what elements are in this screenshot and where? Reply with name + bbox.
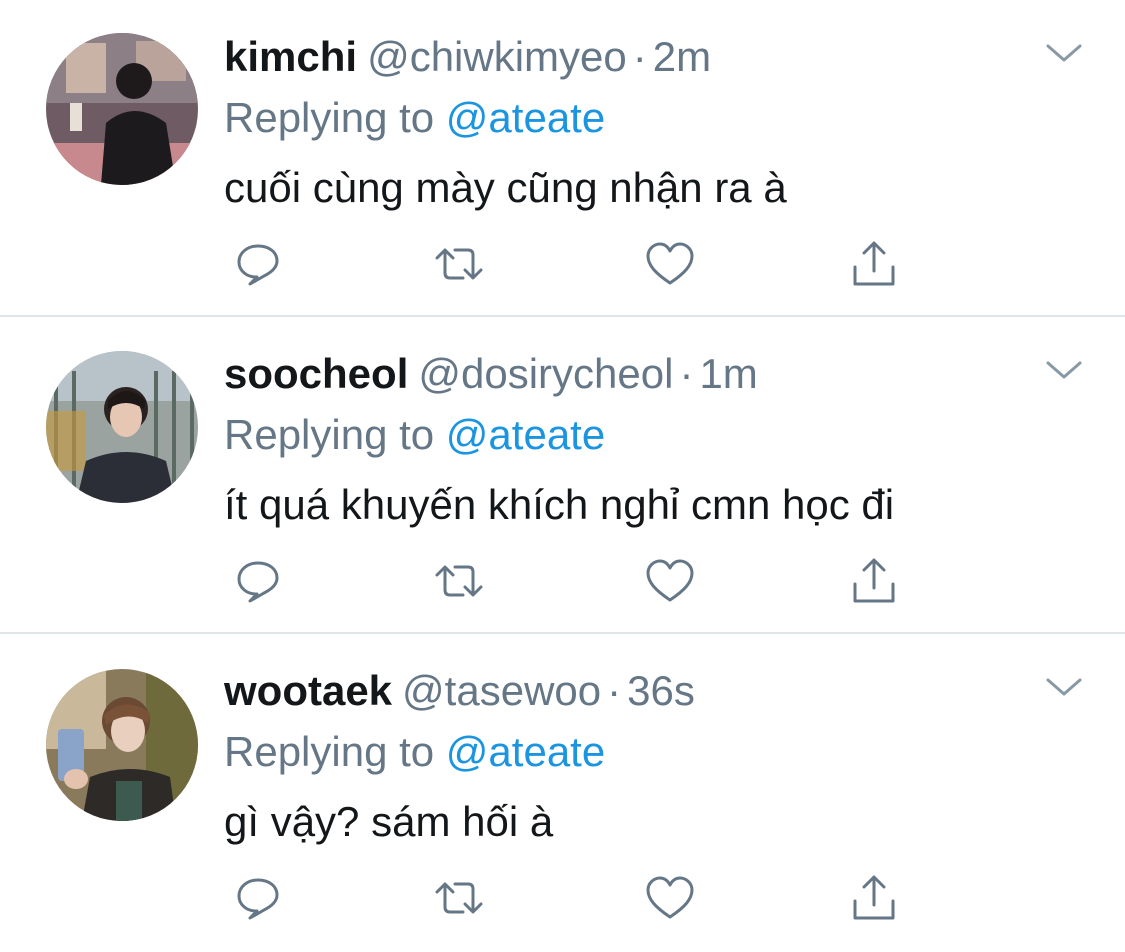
replying-to-mention[interactable]: @ateate xyxy=(446,94,605,141)
like-button[interactable] xyxy=(640,868,700,928)
timestamp[interactable]: 36s xyxy=(627,667,695,714)
separator-dot: · xyxy=(607,667,622,714)
reply-button[interactable] xyxy=(228,868,288,928)
share-button[interactable] xyxy=(844,551,904,611)
chevron-down-icon[interactable] xyxy=(1044,40,1084,68)
tweet-header: wootaek @tasewoo · 36s xyxy=(224,668,695,714)
tweet-actions xyxy=(224,868,924,928)
heart-icon xyxy=(646,559,694,602)
tweet-text: ít quá khuyến khích nghỉ cmn học đi xyxy=(224,481,895,528)
replying-to-label: Replying to xyxy=(224,411,435,458)
share-button[interactable] xyxy=(844,868,904,928)
replying-to-label: Replying to xyxy=(224,94,435,141)
retweet-button[interactable] xyxy=(429,868,489,928)
share-icon xyxy=(853,241,895,286)
display-name[interactable]: soocheol xyxy=(224,350,408,397)
retweet-icon xyxy=(435,565,483,597)
tweet-text: gì vậy? sám hối à xyxy=(224,798,554,845)
share-button[interactable] xyxy=(844,234,904,294)
display-name[interactable]: kimchi xyxy=(224,33,357,80)
replying-to-line: Replying to @ateate xyxy=(224,412,605,458)
tweet[interactable]: soocheol @dosirycheol · 1m Replying to @ate… xyxy=(0,317,1125,634)
timestamp[interactable]: 2m xyxy=(653,33,711,80)
tweet-header: kimchi @chiwkimyeo · 2m xyxy=(224,34,711,80)
reply-button[interactable] xyxy=(228,234,288,294)
avatar[interactable] xyxy=(46,33,198,185)
tweet-header: soocheol @dosirycheol · 1m xyxy=(224,351,758,397)
heart-icon xyxy=(646,876,694,919)
share-icon xyxy=(853,558,895,603)
heart-icon xyxy=(646,242,694,285)
tweet[interactable]: wootaek @tasewoo · 36s Replying to @ateate … xyxy=(0,634,1125,952)
timestamp[interactable]: 1m xyxy=(699,350,757,397)
avatar[interactable] xyxy=(46,669,198,821)
tweet[interactable]: kimchi @chiwkimyeo · 2m Replying to @ateate… xyxy=(0,0,1125,317)
share-icon xyxy=(853,875,895,920)
retweet-icon xyxy=(435,248,483,280)
retweet-button[interactable] xyxy=(429,234,489,294)
like-button[interactable] xyxy=(640,234,700,294)
display-name[interactable]: wootaek xyxy=(224,667,392,714)
tweet-actions xyxy=(224,551,924,611)
chevron-down-icon[interactable] xyxy=(1044,357,1084,385)
reply-icon xyxy=(237,878,279,920)
avatar[interactable] xyxy=(46,351,198,503)
reply-icon xyxy=(237,561,279,603)
tweet-text: cuối cùng mày cũng nhận ra à xyxy=(224,164,787,211)
replying-to-line: Replying to @ateate xyxy=(224,729,605,775)
retweet-icon xyxy=(435,882,483,914)
replying-to-mention[interactable]: @ateate xyxy=(446,411,605,458)
tweet-actions xyxy=(224,234,924,294)
reply-icon xyxy=(237,244,279,286)
reply-feed: kimchi @chiwkimyeo · 2m Replying to @ateate… xyxy=(0,0,1125,952)
user-handle[interactable]: @dosirycheol xyxy=(418,350,673,397)
retweet-button[interactable] xyxy=(429,551,489,611)
separator-dot: · xyxy=(632,33,647,80)
user-handle[interactable]: @chiwkimyeo xyxy=(367,33,627,80)
replying-to-line: Replying to @ateate xyxy=(224,95,605,141)
replying-to-mention[interactable]: @ateate xyxy=(446,728,605,775)
user-handle[interactable]: @tasewoo xyxy=(402,667,601,714)
like-button[interactable] xyxy=(640,551,700,611)
reply-button[interactable] xyxy=(228,551,288,611)
replying-to-label: Replying to xyxy=(224,728,435,775)
chevron-down-icon[interactable] xyxy=(1044,674,1084,702)
separator-dot: · xyxy=(679,350,694,397)
